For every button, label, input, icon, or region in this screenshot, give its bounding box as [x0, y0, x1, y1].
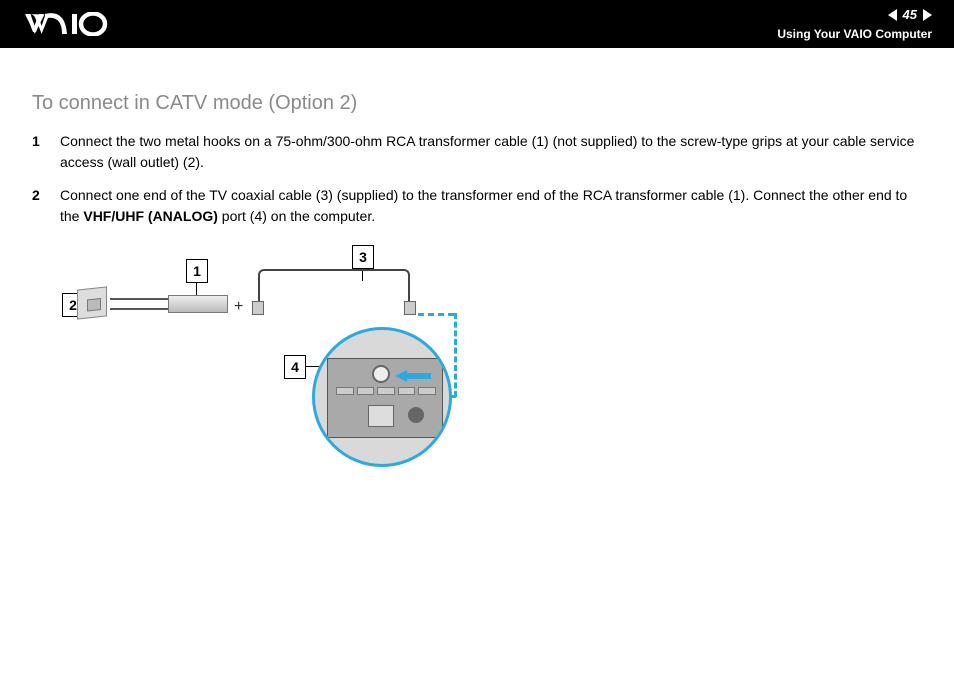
- coaxial-cable-icon: [258, 269, 410, 309]
- callout-4: 4: [284, 355, 306, 379]
- header-right: 45 Using Your VAIO Computer: [777, 6, 932, 43]
- step-1: 1 Connect the two metal hooks on a 75-oh…: [32, 131, 922, 173]
- prev-page-icon[interactable]: [888, 9, 897, 21]
- connection-path-icon: [418, 313, 454, 316]
- step-number: 1: [32, 131, 60, 173]
- plus-icon: +: [234, 298, 243, 316]
- arrow-left-icon: [395, 370, 407, 382]
- callout-1: 1: [186, 259, 208, 283]
- coax-connector-icon: [404, 301, 416, 315]
- rca-transformer-cable-icon: [110, 293, 228, 315]
- connection-path-icon: [454, 313, 457, 397]
- step-text: Connect one end of the TV coaxial cable …: [60, 185, 922, 227]
- step-text: Connect the two metal hooks on a 75-ohm/…: [60, 131, 922, 173]
- callout-3: 3: [352, 245, 374, 269]
- section-name: Using Your VAIO Computer: [777, 26, 932, 43]
- step-2: 2 Connect one end of the TV coaxial cabl…: [32, 185, 922, 227]
- next-page-icon[interactable]: [923, 9, 932, 21]
- section-heading: To connect in CATV mode (Option 2): [32, 92, 922, 115]
- step-text-bold: VHF/UHF (ANALOG): [83, 208, 218, 224]
- page-navigation: 45: [777, 6, 932, 24]
- page-header: 45 Using Your VAIO Computer: [0, 0, 954, 48]
- connection-diagram: 1 2 3 4 +: [62, 245, 492, 475]
- step-text-b: port (4) on the computer.: [218, 208, 375, 224]
- page-number: 45: [903, 6, 917, 24]
- step-number: 2: [32, 185, 60, 227]
- wall-outlet-icon: [77, 286, 107, 319]
- content-area: To connect in CATV mode (Option 2) 1 Con…: [0, 48, 954, 475]
- computer-port-detail-icon: [312, 327, 452, 467]
- vaio-logo: [25, 13, 135, 35]
- coax-connector-icon: [252, 301, 264, 315]
